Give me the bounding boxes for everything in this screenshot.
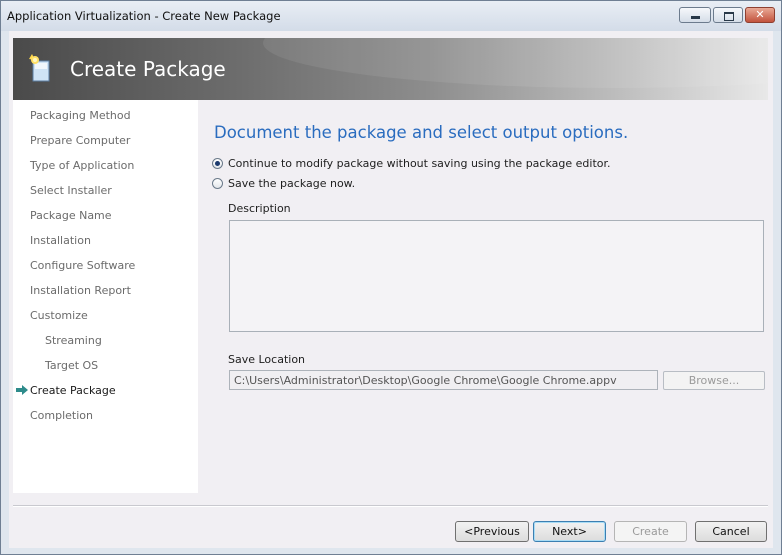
next-button[interactable]: Next> bbox=[533, 521, 606, 542]
previous-button[interactable]: <Previous bbox=[455, 521, 529, 542]
step-create-package: Create Package bbox=[30, 384, 116, 397]
option-modify-radio[interactable] bbox=[212, 158, 223, 169]
step-type-of-application: Type of Application bbox=[30, 159, 135, 172]
step-select-installer: Select Installer bbox=[30, 184, 112, 197]
section-heading: Document the package and select output o… bbox=[214, 123, 629, 142]
minimize-button[interactable] bbox=[679, 7, 711, 23]
package-wizard-icon bbox=[29, 54, 50, 82]
step-prepare-computer: Prepare Computer bbox=[30, 134, 131, 147]
wizard-body: Create Package Packaging Method Prepare … bbox=[9, 31, 773, 548]
step-package-name: Package Name bbox=[30, 209, 112, 222]
description-textarea[interactable] bbox=[229, 220, 764, 332]
step-packaging-method: Packaging Method bbox=[30, 109, 131, 122]
step-installation-report: Installation Report bbox=[30, 284, 131, 297]
step-customize: Customize bbox=[30, 309, 88, 322]
step-installation: Installation bbox=[30, 234, 91, 247]
create-button[interactable]: Create bbox=[614, 521, 687, 542]
description-label: Description bbox=[228, 202, 291, 215]
maximize-button[interactable] bbox=[713, 7, 743, 23]
step-completion: Completion bbox=[30, 409, 94, 422]
step-streaming: Streaming bbox=[45, 334, 102, 347]
maximize-icon bbox=[714, 8, 742, 22]
footer-separator bbox=[13, 505, 768, 507]
step-target-os: Target OS bbox=[45, 359, 99, 372]
window-title: Application Virtualization - Create New … bbox=[7, 9, 281, 23]
current-step-arrow-icon bbox=[16, 385, 28, 395]
option-save-label[interactable]: Save the package now. bbox=[228, 177, 355, 190]
app-window: Application Virtualization - Create New … bbox=[0, 0, 782, 555]
option-modify-label[interactable]: Continue to modify package without savin… bbox=[228, 157, 611, 170]
title-bar[interactable]: Application Virtualization - Create New … bbox=[1, 1, 781, 31]
close-button[interactable]: ✕ bbox=[745, 7, 775, 23]
close-icon: ✕ bbox=[755, 8, 765, 21]
page-title: Create Package bbox=[70, 57, 226, 81]
header-banner: Create Package bbox=[13, 38, 768, 100]
option-save-radio[interactable] bbox=[212, 178, 223, 189]
save-location-label: Save Location bbox=[228, 353, 306, 366]
browse-button[interactable]: Browse... bbox=[663, 371, 765, 390]
minimize-icon bbox=[680, 8, 710, 22]
step-configure-software: Configure Software bbox=[30, 259, 136, 272]
save-location-input[interactable]: C:\Users\Administrator\Desktop\Google Ch… bbox=[229, 370, 658, 390]
wizard-steps-sidebar: Packaging Method Prepare Computer Type o… bbox=[13, 100, 198, 493]
cancel-button[interactable]: Cancel bbox=[695, 521, 767, 542]
banner-decoration bbox=[263, 38, 768, 88]
